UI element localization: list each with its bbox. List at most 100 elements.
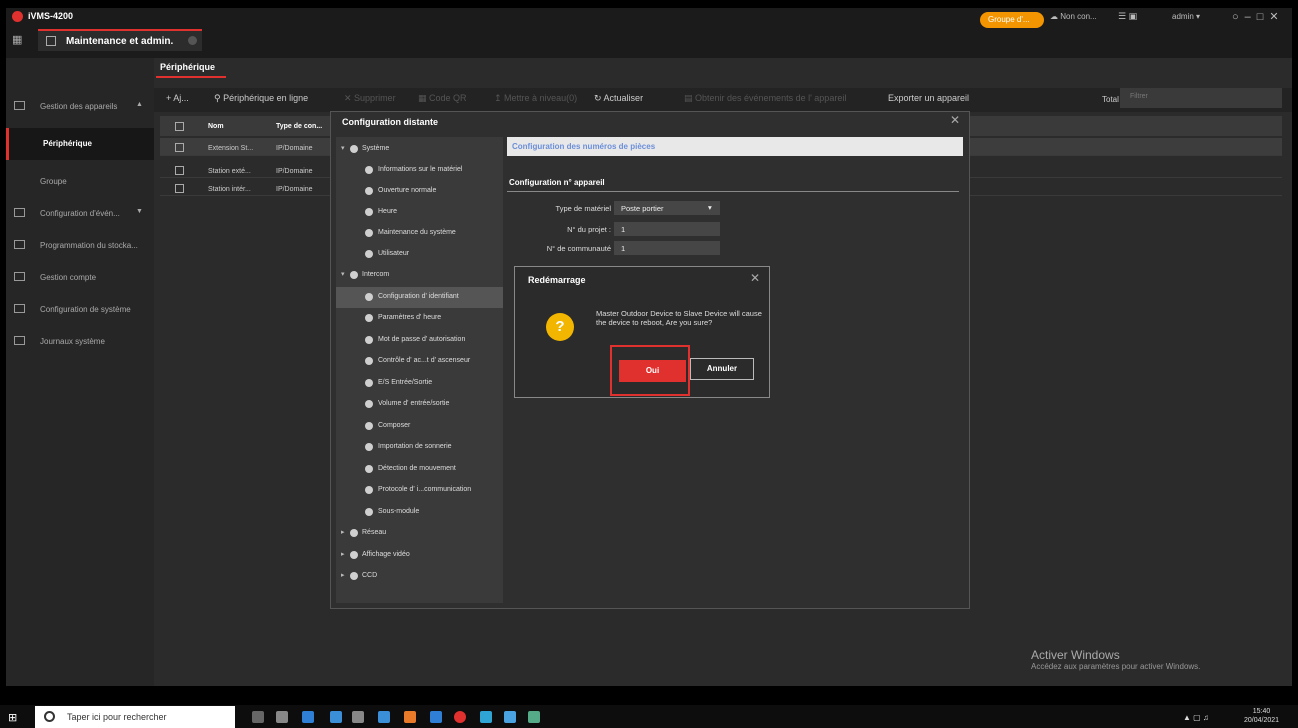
add-button[interactable]: + Aj...: [166, 93, 189, 103]
edge-icon[interactable]: [302, 711, 314, 723]
row-name: Extension St...: [208, 145, 254, 152]
tree-item[interactable]: Sous-module: [336, 502, 503, 523]
section-divider: [507, 191, 959, 192]
app-icon[interactable]: [504, 711, 516, 723]
tab-maintenance[interactable]: Maintenance et admin.: [38, 29, 202, 51]
tree-system[interactable]: ▾ Système: [336, 139, 503, 160]
close-icon[interactable]: ✕: [750, 271, 760, 285]
list-icon[interactable]: ☰ ▣: [1118, 11, 1137, 22]
delete-button[interactable]: ✕ Supprimer: [344, 93, 396, 104]
log-icon: [14, 336, 25, 345]
tree-item[interactable]: Ouverture normale: [336, 181, 503, 202]
sidebar-item-storage[interactable]: Programmation du stocka...: [6, 230, 154, 260]
row-checkbox[interactable]: [175, 166, 184, 175]
app-icon[interactable]: [480, 711, 492, 723]
app-icon[interactable]: [528, 711, 540, 723]
column-type[interactable]: Type de con...: [276, 123, 322, 130]
row-checkbox[interactable]: [175, 143, 184, 152]
tree-item[interactable]: Protocole d' i...communication: [336, 480, 503, 501]
tree-item[interactable]: Configuration d' identifiant: [336, 287, 503, 308]
gear-icon: [365, 336, 373, 344]
select-all-checkbox[interactable]: [175, 122, 184, 131]
project-number-input[interactable]: 1: [614, 222, 720, 236]
tree-item[interactable]: Heure: [336, 202, 503, 223]
task-view-icon[interactable]: [276, 711, 288, 723]
sidebar-item-group[interactable]: Groupe: [6, 166, 154, 196]
tree-item[interactable]: Paramètres d' heure: [336, 308, 503, 329]
tree-network[interactable]: ▸ Réseau: [336, 523, 503, 544]
windows-start-icon[interactable]: ⊞: [8, 711, 17, 724]
tree-item[interactable]: Contrôle d' ac...t d' ascenseur: [336, 351, 503, 372]
ie-icon[interactable]: [430, 711, 442, 723]
column-name[interactable]: Nom: [208, 123, 224, 130]
tree-item[interactable]: E/S Entrée/Sortie: [336, 373, 503, 394]
gear-icon: [365, 250, 373, 258]
export-button[interactable]: Exporter un appareil: [888, 93, 969, 103]
filter-input[interactable]: Filtrer: [1120, 88, 1282, 108]
tree-ccd[interactable]: ▸ CCD: [336, 566, 503, 587]
clock[interactable]: 15:40 20/04/2021: [1244, 707, 1279, 725]
tab-underline: [156, 76, 226, 78]
app-title: iVMS-4200: [28, 11, 74, 21]
chevron-right-icon: ▸: [341, 529, 345, 536]
tree-item[interactable]: Importation de sonnerie: [336, 437, 503, 458]
tab-peripheral[interactable]: Périphérique: [160, 62, 215, 72]
sidebar-item-event-config[interactable]: Configuration d'évén... ▼: [6, 198, 154, 228]
system-tray[interactable]: ▲ ▢ ♫: [1183, 713, 1209, 722]
sidebar-item-system-config[interactable]: Configuration de système: [6, 294, 154, 324]
window-controls[interactable]: ○–□✕: [1232, 10, 1285, 23]
tree-item[interactable]: Utilisateur: [336, 244, 503, 265]
tree-item[interactable]: Composer: [336, 416, 503, 437]
cancel-button[interactable]: Annuler: [690, 358, 754, 380]
community-number-input[interactable]: 1: [614, 241, 720, 255]
events-button[interactable]: ▤ Obtenir des événements de l' appareil: [684, 93, 846, 104]
tree-item[interactable]: Mot de passe d' autorisation: [336, 330, 503, 351]
events-label: Obtenir des événements de l' appareil: [695, 93, 847, 103]
user-label: admin: [1172, 12, 1194, 21]
question-icon: ?: [546, 313, 574, 341]
gear-icon: [365, 229, 373, 237]
sidebar-item-accounts[interactable]: Gestion compte: [6, 262, 154, 292]
app-icon[interactable]: [330, 711, 342, 723]
mic-icon[interactable]: [252, 711, 264, 723]
tree-item[interactable]: Volume d' entrée/sortie: [336, 394, 503, 415]
remote-config-title: Configuration distante: [342, 117, 438, 127]
taskbar-search[interactable]: Taper ici pour rechercher: [35, 706, 235, 728]
ivms-icon[interactable]: [454, 711, 466, 723]
tab-close-icon[interactable]: [188, 36, 197, 45]
device-type-select[interactable]: Poste portier ▾: [614, 201, 720, 215]
devices-icon: [14, 101, 25, 110]
sidebar-item-label: Programmation du stocka...: [40, 241, 138, 250]
refresh-button[interactable]: ↻ Actualiser: [594, 93, 643, 104]
tree-intercom[interactable]: ▾ Intercom: [336, 265, 503, 286]
sidebar-item-peripheral[interactable]: Périphérique: [6, 128, 154, 160]
tree-video[interactable]: ▸ Affichage vidéo: [336, 545, 503, 566]
chevron-down-icon: ▾: [341, 145, 345, 152]
mail-icon[interactable]: [378, 711, 390, 723]
user-menu[interactable]: admin ▾: [1172, 12, 1200, 21]
row-checkbox[interactable]: [175, 184, 184, 193]
confirm-button[interactable]: Oui: [619, 360, 686, 382]
sidebar-item-devices[interactable]: Gestion des appareils ▲: [6, 91, 154, 121]
upgrade-button[interactable]: ↥ Mettre à niveau(0): [494, 93, 577, 104]
tree-item[interactable]: Informations sur le matériel: [336, 160, 503, 181]
field-label: Type de matériel: [555, 204, 611, 213]
close-icon[interactable]: ✕: [950, 113, 960, 127]
dialog-title: Redémarrage: [528, 275, 586, 285]
cloud-status[interactable]: ☁ Non con...: [1050, 12, 1097, 21]
tab-label: Maintenance et admin.: [66, 36, 174, 47]
online-devices-button[interactable]: ⚲ Périphérique en ligne: [214, 93, 308, 104]
chevron-right-icon: ▸: [341, 551, 345, 558]
gear-icon: [350, 529, 358, 537]
firefox-icon[interactable]: [404, 711, 416, 723]
tree-label: Intercom: [362, 271, 390, 278]
store-icon[interactable]: [352, 711, 364, 723]
tree-item[interactable]: Maintenance du système: [336, 223, 503, 244]
grid-menu-icon[interactable]: ▦: [12, 35, 23, 46]
tree-label: Protocole d' i...communication: [378, 486, 472, 493]
chevron-right-icon: ▸: [341, 572, 345, 579]
tree-item[interactable]: Détection de mouvement: [336, 459, 503, 480]
sidebar-item-logs[interactable]: Journaux système: [6, 326, 154, 356]
qr-code-button[interactable]: ▦ Code QR: [418, 93, 467, 104]
group-badge[interactable]: Groupe d'...: [980, 12, 1044, 28]
